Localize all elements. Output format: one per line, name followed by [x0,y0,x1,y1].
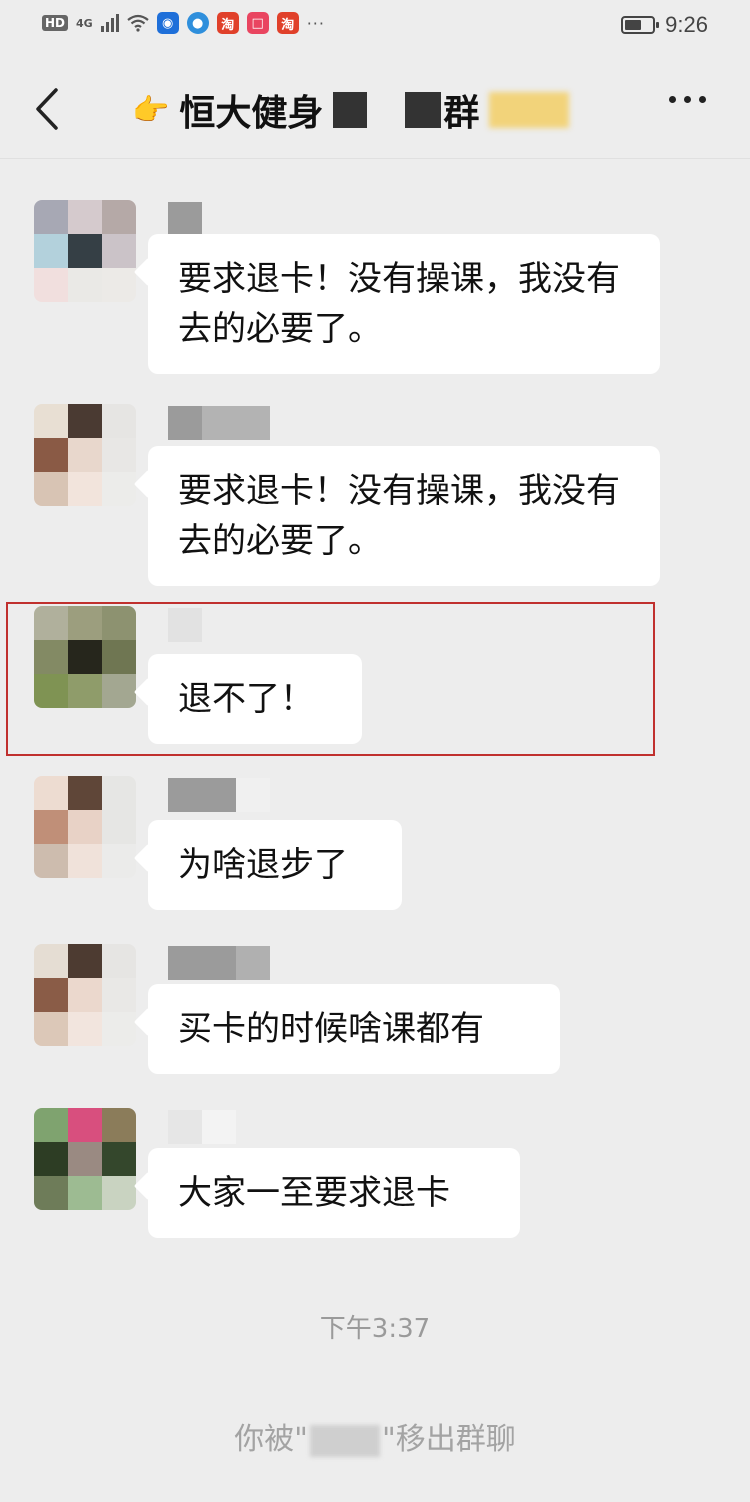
sender-name-redacted [168,202,202,236]
book-app-icon: □ [246,12,269,34]
message-timestamp: 下午3:37 [319,1314,431,1344]
system-notice: 你被" "移出群聊 [0,1414,750,1458]
message-bubble: 要求退卡！没有操课，我没有去的必要了。 [148,446,660,586]
system-notice-suffix: "移出群聊 [382,1422,516,1457]
redacted-title-part [333,92,368,128]
avatar[interactable] [34,404,136,506]
chat-title-suffix: 群 [443,93,480,134]
taobao-app-icon-2: 淘 [276,12,299,34]
status-right: 9:26 [621,12,708,38]
message-bubble: 大家一至要求退卡 [148,1148,520,1238]
lightbulb-app-icon: ◉ [156,12,179,34]
status-bar: HD 4G ◉ ● 淘 □ 淘 ··· 9:26 [0,0,750,54]
status-left: HD 4G ◉ ● 淘 □ 淘 ··· [42,12,325,34]
message-bubble: 退不了！ [148,654,362,744]
battery-icon [621,16,660,34]
sender-name-redacted [168,778,270,812]
redacted-title-part-3 [489,92,570,128]
more-notifications-icon: ··· [306,13,325,33]
message-bubble: 买卡的时候啥课都有 [148,984,560,1074]
chat-header: 👉 恒大健身 群 [0,62,750,159]
system-notice-prefix: 你被" [234,1422,308,1457]
redacted-title-part-2 [405,92,442,128]
browser-app-icon: ● [186,12,209,34]
avatar[interactable] [34,1108,136,1210]
message-bubble: 为啥退步了 [148,820,402,910]
avatar[interactable] [34,776,136,878]
message-bubble: 要求退卡！没有操课，我没有去的必要了。 [148,234,660,374]
avatar[interactable] [34,944,136,1046]
avatar[interactable] [34,200,136,302]
chat-title-text: 恒大健身 [179,93,324,134]
network-type: 4G [76,16,93,30]
back-icon[interactable] [30,86,66,132]
redacted-name [310,1424,380,1457]
taobao-app-icon: 淘 [216,12,239,34]
sender-name-redacted [168,1110,236,1144]
status-time: 9:26 [665,12,708,37]
chat-title[interactable]: 👉 恒大健身 群 [132,82,570,138]
more-options-icon[interactable] [669,96,706,103]
signal-icon [100,14,119,32]
battery-fill [625,20,641,30]
sender-name-redacted [168,608,202,642]
pointing-hand-icon: 👉 [132,92,170,128]
sender-name-redacted [168,406,270,440]
avatar[interactable] [34,606,136,708]
hd-badge: HD [42,15,69,31]
wifi-icon [127,14,149,32]
sender-name-redacted [168,946,270,980]
